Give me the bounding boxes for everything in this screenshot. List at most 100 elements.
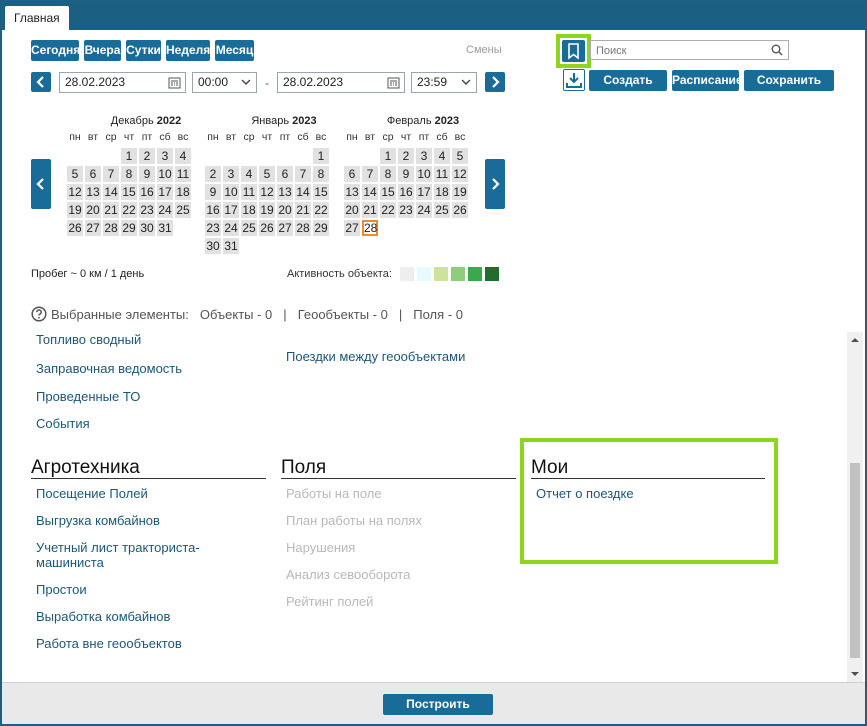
time-to-select[interactable]: 23:59 — [411, 72, 477, 93]
report-link[interactable]: Проведенные ТО — [36, 389, 140, 404]
calendar-day[interactable]: 1 — [121, 148, 137, 164]
prev-period-button[interactable] — [31, 72, 51, 92]
calendar-day[interactable]: 29 — [313, 220, 329, 236]
calendar-day[interactable]: 3 — [416, 148, 432, 164]
calendar-day[interactable]: 2 — [139, 148, 155, 164]
calendar-day[interactable]: 10 — [157, 166, 173, 182]
calendar-day[interactable]: 18 — [241, 202, 257, 218]
calendar-day[interactable]: 23 — [139, 202, 155, 218]
calendar-day[interactable]: 8 — [380, 166, 396, 182]
calendar-day[interactable]: 5 — [452, 148, 468, 164]
calendar-day[interactable]: 21 — [362, 202, 378, 218]
calendar-day-selected[interactable]: 28 — [362, 220, 378, 236]
calendar-day[interactable]: 1 — [313, 148, 329, 164]
calendar-day[interactable]: 11 — [175, 166, 191, 182]
report-link[interactable]: Работа вне геообъектов — [36, 636, 182, 651]
bookmark-button[interactable] — [562, 40, 585, 62]
calendar-day[interactable]: 30 — [205, 238, 221, 254]
calendar-day[interactable]: 7 — [295, 166, 311, 182]
calendar-day[interactable]: 14 — [103, 184, 119, 200]
calendar-day[interactable]: 12 — [259, 184, 275, 200]
report-link[interactable]: Выгрузка комбайнов — [36, 513, 160, 528]
selected-objects[interactable]: Объекты - 0 — [200, 307, 272, 322]
calendar-day[interactable]: 13 — [277, 184, 293, 200]
calendar-day[interactable]: 8 — [121, 166, 137, 182]
day-button[interactable]: Сутки — [126, 40, 161, 61]
calendar-day[interactable]: 20 — [277, 202, 293, 218]
calendar-day[interactable]: 16 — [205, 202, 221, 218]
calendar-day[interactable]: 16 — [139, 184, 155, 200]
calendar-day[interactable]: 11 — [434, 166, 450, 182]
calendar-day[interactable]: 17 — [223, 202, 239, 218]
calendar-day[interactable]: 25 — [175, 202, 191, 218]
calendar-day[interactable]: 20 — [85, 202, 101, 218]
week-button[interactable]: Неделя — [166, 40, 210, 61]
save-report-button[interactable]: Сохранить отчет — [744, 70, 834, 108]
calendar-day[interactable]: 9 — [398, 166, 414, 182]
calendar-day[interactable]: 3 — [223, 166, 239, 182]
calendar-day[interactable]: 27 — [277, 220, 293, 236]
calendar-day[interactable]: 9 — [205, 184, 221, 200]
calendar-day[interactable]: 20 — [344, 202, 360, 218]
calendar-day[interactable]: 22 — [313, 202, 329, 218]
calendar-day[interactable]: 12 — [452, 166, 468, 182]
calendar-day[interactable]: 18 — [434, 184, 450, 200]
tab-main[interactable]: Главная — [5, 6, 69, 30]
calendar-day[interactable]: 22 — [121, 202, 137, 218]
calendar-day[interactable]: 10 — [223, 184, 239, 200]
calendar-day[interactable]: 13 — [344, 184, 360, 200]
scrollbar-thumb[interactable] — [850, 463, 860, 658]
calendar-day[interactable]: 19 — [452, 184, 468, 200]
calendar-day[interactable]: 27 — [85, 220, 101, 236]
yesterday-button[interactable]: Вчера — [84, 40, 121, 61]
calendar-day[interactable]: 15 — [313, 184, 329, 200]
calendar-day[interactable]: 25 — [241, 220, 257, 236]
calendar-day[interactable]: 4 — [241, 166, 257, 182]
calendar-day[interactable]: 15 — [121, 184, 137, 200]
calendar-day[interactable]: 4 — [434, 148, 450, 164]
calendar-day[interactable]: 24 — [157, 202, 173, 218]
scroll-down-icon[interactable] — [847, 666, 863, 682]
report-link[interactable]: Заправочная ведомость — [36, 361, 182, 376]
scroll-up-icon[interactable] — [847, 332, 863, 348]
calendar-day[interactable]: 24 — [416, 202, 432, 218]
calendar-day[interactable]: 5 — [259, 166, 275, 182]
calendar-day[interactable]: 28 — [103, 220, 119, 236]
calendar-day[interactable]: 6 — [85, 166, 101, 182]
calendar-day[interactable]: 27 — [344, 220, 360, 236]
schedule-button[interactable]: Расписание — [672, 70, 743, 91]
calendar-day[interactable]: 28 — [295, 220, 311, 236]
calendar-day[interactable]: 26 — [67, 220, 83, 236]
search-input[interactable] — [596, 43, 766, 59]
calendar-day[interactable]: 2 — [205, 166, 221, 182]
selected-geoobjects[interactable]: Геообъекты - 0 — [298, 307, 388, 322]
calendar-day[interactable]: 31 — [157, 220, 173, 236]
calendar-day[interactable]: 8 — [313, 166, 329, 182]
calendar-day[interactable]: 10 — [416, 166, 432, 182]
calendar-day[interactable]: 19 — [259, 202, 275, 218]
calendar-day[interactable]: 5 — [67, 166, 83, 182]
next-period-button[interactable] — [485, 72, 505, 92]
calendar-day[interactable]: 23 — [398, 202, 414, 218]
time-from-select[interactable]: 00:00 — [192, 72, 257, 93]
calendar-day[interactable]: 14 — [362, 184, 378, 200]
report-link[interactable]: Топливо сводный — [36, 332, 141, 347]
calendar-day[interactable]: 11 — [241, 184, 257, 200]
calendar-day[interactable]: 30 — [139, 220, 155, 236]
report-link[interactable]: Выработка комбайнов — [36, 609, 170, 624]
calendar-day[interactable]: 21 — [295, 202, 311, 218]
selected-fields[interactable]: Поля - 0 — [413, 307, 463, 322]
calendar-day[interactable]: 31 — [223, 238, 239, 254]
calendar-day[interactable]: 16 — [398, 184, 414, 200]
calendar-day[interactable]: 22 — [380, 202, 396, 218]
calendar-day[interactable]: 9 — [139, 166, 155, 182]
create-report-button[interactable]: Создать отчет — [589, 70, 667, 108]
calendar-day[interactable]: 1 — [380, 148, 396, 164]
calendar-day[interactable]: 7 — [103, 166, 119, 182]
calendar-day[interactable]: 13 — [85, 184, 101, 200]
report-link[interactable]: События — [36, 416, 90, 431]
date-from-field[interactable]: 28.02.2023 — [59, 72, 186, 93]
calendar-day[interactable]: 19 — [67, 202, 83, 218]
download-button[interactable] — [563, 69, 585, 91]
report-link[interactable]: Простои — [36, 582, 87, 597]
